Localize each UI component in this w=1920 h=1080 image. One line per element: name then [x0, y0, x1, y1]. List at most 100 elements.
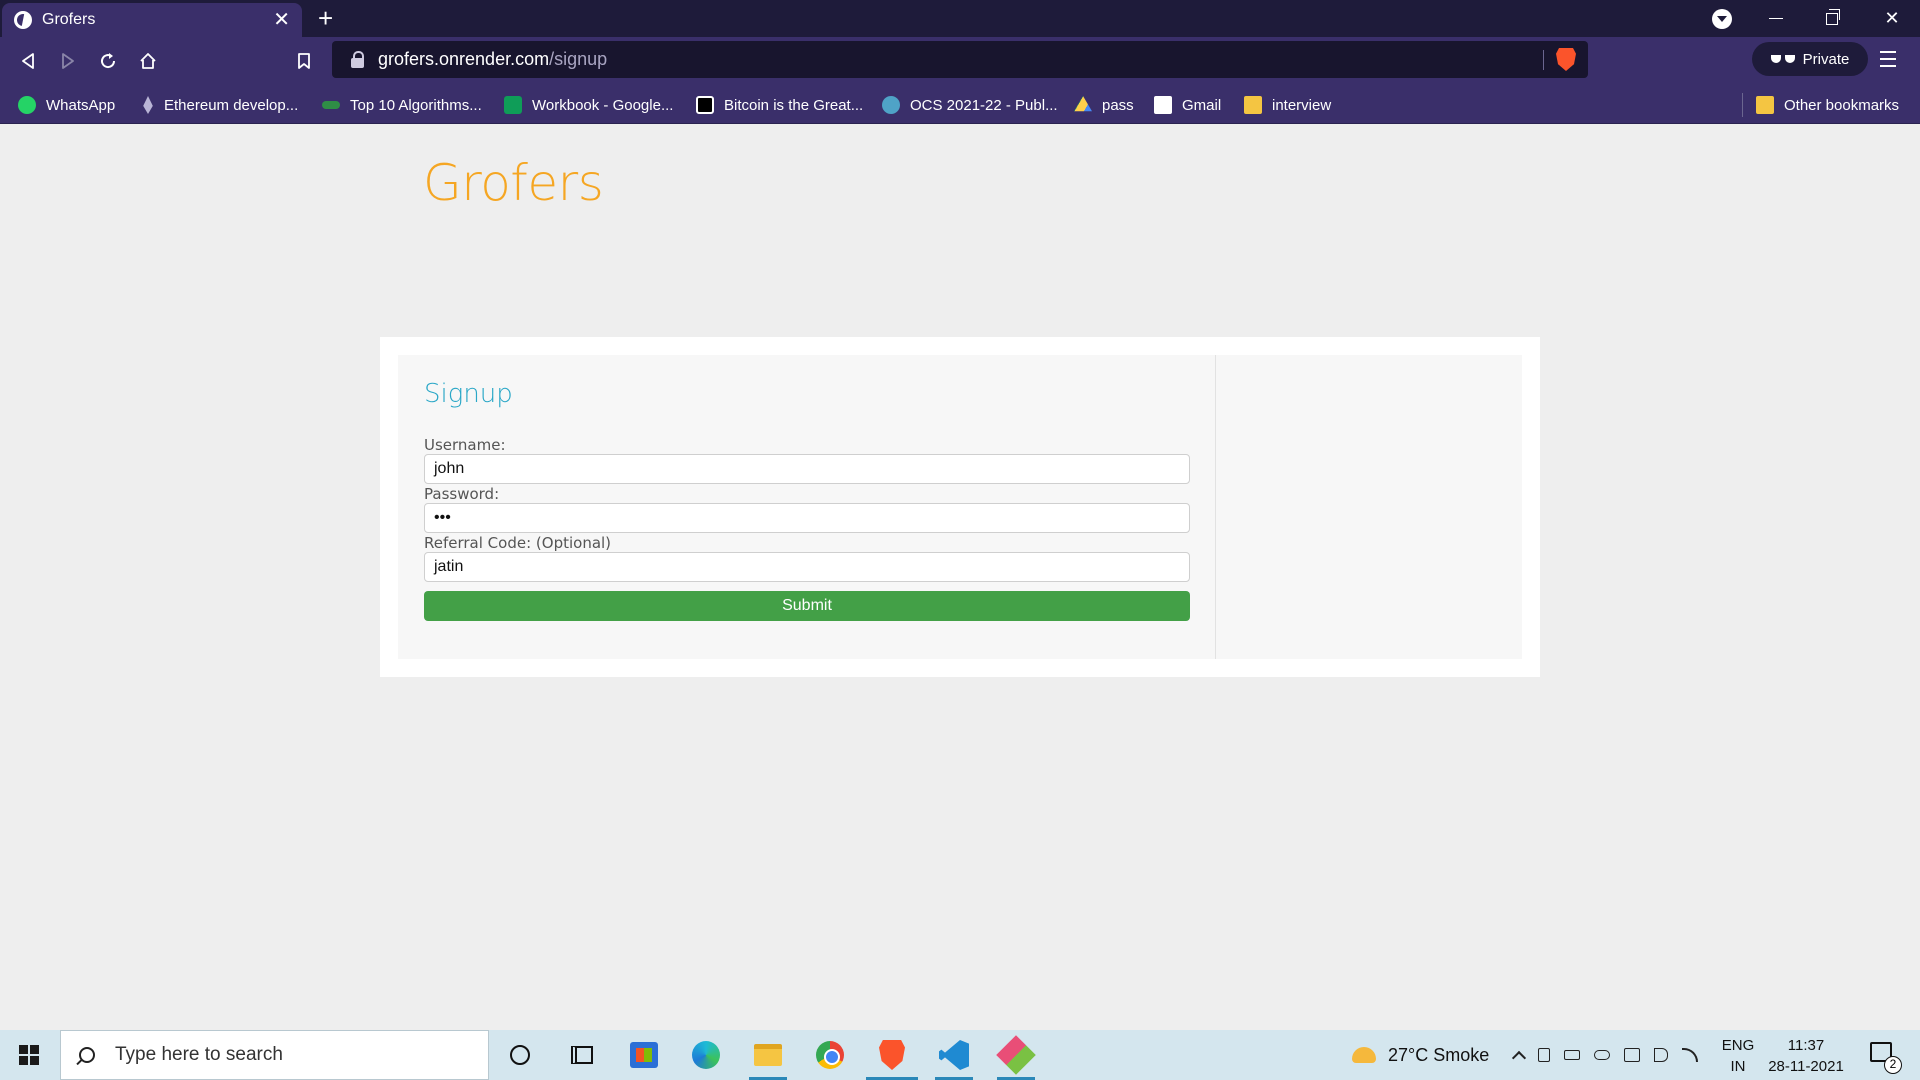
- meet-now-icon[interactable]: [1538, 1048, 1550, 1062]
- new-tab-button[interactable]: +: [318, 4, 333, 32]
- volume-icon[interactable]: [1654, 1048, 1668, 1062]
- url-text[interactable]: grofers.onrender.com/signup: [378, 49, 607, 70]
- bookmark-label: Top 10 Algorithms...: [350, 96, 482, 114]
- minimize-button[interactable]: [1748, 0, 1804, 37]
- system-tray: [1511, 1030, 1698, 1080]
- cortana-button[interactable]: [489, 1030, 551, 1080]
- taskbar-app-vscode[interactable]: [923, 1030, 985, 1080]
- tab-search-button[interactable]: [1696, 0, 1748, 37]
- display-icon[interactable]: [1624, 1048, 1640, 1062]
- bookmark-label: interview: [1272, 96, 1332, 114]
- restore-button[interactable]: [1804, 0, 1860, 37]
- ocs-icon: [882, 96, 900, 114]
- bookmark-folder-interview[interactable]: interview: [1244, 94, 1331, 116]
- show-hidden-icons-icon[interactable]: [1511, 1050, 1527, 1066]
- chevron-down-icon: [1712, 8, 1732, 29]
- language-code: ENG: [1721, 1037, 1755, 1054]
- geeksforgeeks-icon: [322, 101, 340, 109]
- bookmark-label: WhatsApp: [46, 96, 116, 114]
- vscode-icon: [939, 1040, 969, 1070]
- medium-icon: [696, 96, 714, 114]
- url-host: grofers.onrender.com: [378, 49, 550, 69]
- bookmark-label: Ethereum develop...: [164, 96, 299, 114]
- taskbar-app-chrome[interactable]: [799, 1030, 861, 1080]
- battery-icon[interactable]: [1564, 1050, 1580, 1060]
- task-view-icon: [571, 1046, 593, 1064]
- address-bar[interactable]: grofers.onrender.com/signup: [332, 41, 1588, 78]
- globe-icon: [14, 11, 32, 29]
- other-bookmarks-label: Other bookmarks: [1784, 96, 1900, 114]
- reload-button[interactable]: [92, 45, 124, 77]
- clock[interactable]: 11:37 28-11-2021: [1764, 1035, 1848, 1077]
- folder-icon: [1756, 96, 1774, 114]
- brave-shields-icon[interactable]: [1556, 48, 1576, 71]
- browser-tab[interactable]: Grofers ✕: [2, 3, 302, 37]
- browser-toolbar: grofers.onrender.com/signup Private: [0, 37, 1920, 85]
- close-tab-icon[interactable]: ✕: [273, 10, 290, 30]
- taskbar-app-store[interactable]: [613, 1030, 675, 1080]
- taskbar-app-brave[interactable]: [861, 1030, 923, 1080]
- referral-code-input[interactable]: jatin: [424, 552, 1190, 582]
- bookmark-label: pass: [1102, 96, 1134, 114]
- taskbar-app-file-explorer[interactable]: [737, 1030, 799, 1080]
- address-bar-divider: [1543, 50, 1544, 70]
- whatsapp-icon: [18, 96, 36, 114]
- forward-button[interactable]: [52, 45, 84, 77]
- bookmarks-bar: WhatsApp Ethereum develop... Top 10 Algo…: [0, 85, 1920, 124]
- weather-text: 27°C Smoke: [1388, 1044, 1490, 1065]
- bookmark-button[interactable]: [288, 45, 320, 77]
- region-code: IN: [1730, 1058, 1746, 1075]
- other-bookmarks[interactable]: Other bookmarks: [1756, 94, 1899, 116]
- bookmark-bitcoin[interactable]: Bitcoin is the Great...: [696, 94, 863, 116]
- home-button[interactable]: [132, 45, 164, 77]
- brand-logo[interactable]: Grofers: [423, 154, 604, 212]
- reload-icon: [101, 53, 116, 69]
- bookmark-pass[interactable]: pass: [1074, 94, 1134, 116]
- chrome-icon: [816, 1041, 844, 1069]
- bookmark-label: Workbook - Google...: [532, 96, 674, 114]
- taskbar-app-git[interactable]: [985, 1030, 1047, 1080]
- brave-icon: [879, 1040, 905, 1070]
- private-glasses-icon: [1770, 55, 1795, 63]
- bookmark-gmail[interactable]: Gmail: [1154, 94, 1221, 116]
- password-input[interactable]: •••: [424, 503, 1190, 533]
- username-label: Username:: [424, 436, 506, 454]
- bookmark-icon: [298, 53, 310, 69]
- bookmark-workbook[interactable]: Workbook - Google...: [504, 94, 673, 116]
- lock-icon[interactable]: [350, 50, 366, 69]
- back-button[interactable]: [12, 45, 44, 77]
- url-path: /signup: [549, 49, 608, 69]
- start-button[interactable]: [0, 1030, 58, 1080]
- private-window-indicator[interactable]: Private: [1752, 42, 1868, 76]
- wifi-icon[interactable]: [1682, 1048, 1698, 1062]
- taskbar-search-box[interactable]: Type here to search: [60, 1030, 489, 1080]
- bookmark-whatsapp[interactable]: WhatsApp: [18, 94, 115, 116]
- google-sheets-icon: [504, 96, 522, 114]
- bookmark-label: Bitcoin is the Great...: [724, 96, 864, 114]
- submit-button[interactable]: Submit: [424, 591, 1190, 621]
- close-window-button[interactable]: ✕: [1864, 0, 1920, 37]
- menu-button[interactable]: [1880, 51, 1896, 67]
- restore-icon: [1826, 8, 1840, 25]
- page-content: Grofers Signup Username: john Password: …: [0, 124, 1920, 1030]
- signup-title: Signup: [424, 379, 513, 409]
- folder-icon: [1244, 96, 1262, 114]
- username-input[interactable]: john: [424, 454, 1190, 484]
- forward-icon: [62, 53, 74, 69]
- referral-code-label: Referral Code: (Optional): [424, 534, 612, 552]
- bookmark-ocs[interactable]: OCS 2021-22 - Publ...: [882, 94, 1058, 116]
- private-label: Private: [1802, 50, 1850, 68]
- signup-form: Username: john Password: ••• Referral Co…: [424, 437, 1190, 621]
- input-language-indicator[interactable]: ENG IN: [1718, 1035, 1758, 1077]
- gmail-icon: [1154, 96, 1172, 114]
- onedrive-icon[interactable]: [1594, 1050, 1610, 1060]
- signup-panel: Signup Username: john Password: ••• Refe…: [398, 355, 1522, 659]
- bookmark-ethereum[interactable]: Ethereum develop...: [142, 94, 298, 116]
- microsoft-store-icon: [630, 1042, 658, 1068]
- bookmark-algorithms[interactable]: Top 10 Algorithms...: [322, 94, 482, 116]
- taskbar-app-edge[interactable]: [675, 1030, 737, 1080]
- back-icon: [22, 53, 34, 69]
- task-view-button[interactable]: [551, 1030, 613, 1080]
- weather-widget[interactable]: 27°C Smoke: [1352, 1030, 1489, 1080]
- notification-count-badge: 2: [1884, 1056, 1902, 1074]
